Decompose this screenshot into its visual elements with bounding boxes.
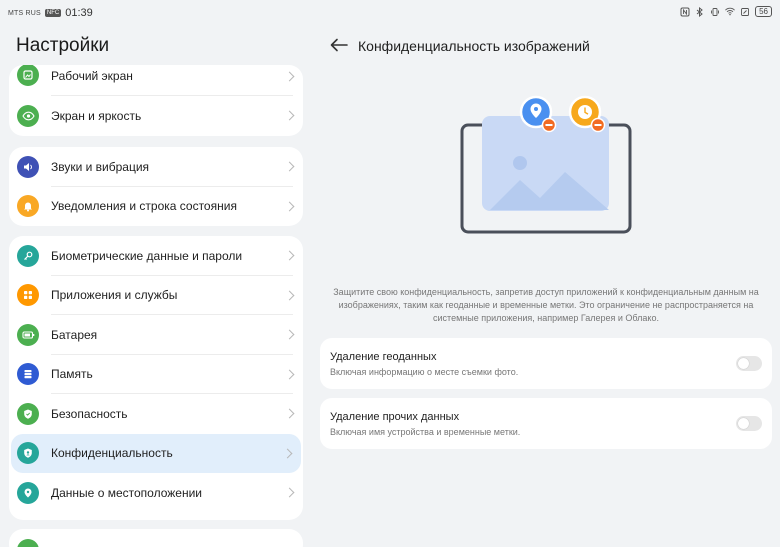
sidebar-item-label: Приложения и службы [51,288,178,303]
edit-sim-icon [740,7,750,17]
status-right: 56 [680,6,772,17]
option-title: Удаление геоданных [330,351,437,363]
option-subtitle: Включая информацию о месте съемки фото. [330,367,519,377]
nfc-icon [680,7,690,17]
option-subtitle: Включая имя устройства и временные метки… [330,427,521,437]
sidebar-item-label: Экран и яркость [51,108,142,123]
status-bar: MTS RUS NFC 01:39 56 [0,0,780,26]
sidebar-item-label: Звуки и вибрация [51,159,150,174]
app-icon [17,539,39,547]
chevron-right-icon [284,250,295,261]
back-arrow-icon[interactable] [330,38,348,52]
option-title: Удаление прочих данных [330,411,460,423]
sidebar-item-label: Рабочий экран [51,69,133,83]
sidebar-item-label: Батарея [51,327,98,342]
bluetooth-icon [695,6,705,17]
other-data-removal-card[interactable]: Удаление прочих данных Включая имя устро… [320,398,772,449]
chevron-right-icon [282,448,293,459]
wifi-icon [725,7,735,17]
sidebar-item-privacy[interactable]: Конфиденциальность [11,433,301,473]
eye-icon [17,104,39,127]
image-privacy-panel: Конфиденциальность изображений Защитите … [312,26,780,547]
sidebar-item-label: Уведомления и строка состояния [51,199,237,214]
apps-grid-icon [17,284,39,307]
sidebar-item-label: Конфиденциальность [51,446,173,461]
status-left: MTS RUS NFC 01:39 [8,7,93,19]
geodata-toggle[interactable] [736,356,762,371]
sidebar-item-battery[interactable]: Батарея [9,315,303,355]
chevron-right-icon [284,290,295,301]
other-data-toggle[interactable] [736,416,762,431]
chevron-right-icon [284,369,295,380]
sidebar-item-apps[interactable]: Приложения и службы [9,276,303,315]
sidebar-item-display-brightness[interactable]: Экран и яркость [9,96,303,136]
chevron-right-icon [284,161,295,172]
sidebar-item-security[interactable]: Безопасность [9,394,303,434]
sidebar-item-notifications[interactable]: Уведомления и строка состояния [9,187,303,227]
settings-group-system: Биометрические данные и пароли Приложени… [9,236,303,520]
sidebar-item-label: Биометрические данные и пароли [51,248,243,263]
geodata-removal-card[interactable]: Удаление геоданных Включая информацию о … [320,338,772,389]
settings-sidebar: Настройки Рабочий экран Экран и яркость … [0,26,312,547]
settings-group-display: Рабочий экран Экран и яркость [9,65,303,136]
speaker-icon [17,155,39,178]
chevron-right-icon [284,110,295,121]
home-screen-icon [17,65,39,86]
chevron-right-icon [284,71,295,82]
location-pin-icon [17,481,39,504]
carrier-badge: NFC [44,9,62,17]
sidebar-item-label: Данные о местоположении [51,485,202,500]
sidebar-item-sounds[interactable]: Звуки и вибрация [9,147,303,187]
chevron-right-icon [284,201,295,212]
chevron-right-icon [284,329,295,340]
sidebar-item-label: Память [51,367,93,382]
sidebar-title: Настройки [16,35,110,56]
page-title: Конфиденциальность изображений [358,38,590,54]
status-time: 01:39 [65,7,93,19]
key-icon [17,244,39,267]
settings-group-sound: Звуки и вибрация Уведомления и строка со… [9,147,303,226]
sidebar-item-location[interactable]: Данные о местоположении [9,473,303,513]
vibrate-icon [710,7,720,17]
shield-icon [17,402,39,425]
image-privacy-illustration [460,95,632,234]
privacy-shield-icon [17,442,39,465]
privacy-description: Защитите свою конфиденциальность, запрет… [333,287,759,323]
battery-indicator: 56 [755,6,772,17]
sidebar-item-biometrics[interactable]: Биометрические данные и пароли [9,236,303,276]
battery-icon [17,323,39,346]
bell-icon [17,195,39,218]
chevron-right-icon [284,408,295,419]
storage-icon [17,363,39,386]
carrier-label: MTS RUS [8,9,41,17]
sidebar-item-home-screen[interactable]: Рабочий экран [9,65,303,96]
settings-group-more [9,529,303,547]
sidebar-item-label: Безопасность [51,406,128,421]
sidebar-item-storage[interactable]: Память [9,355,303,394]
chevron-right-icon [284,487,295,498]
